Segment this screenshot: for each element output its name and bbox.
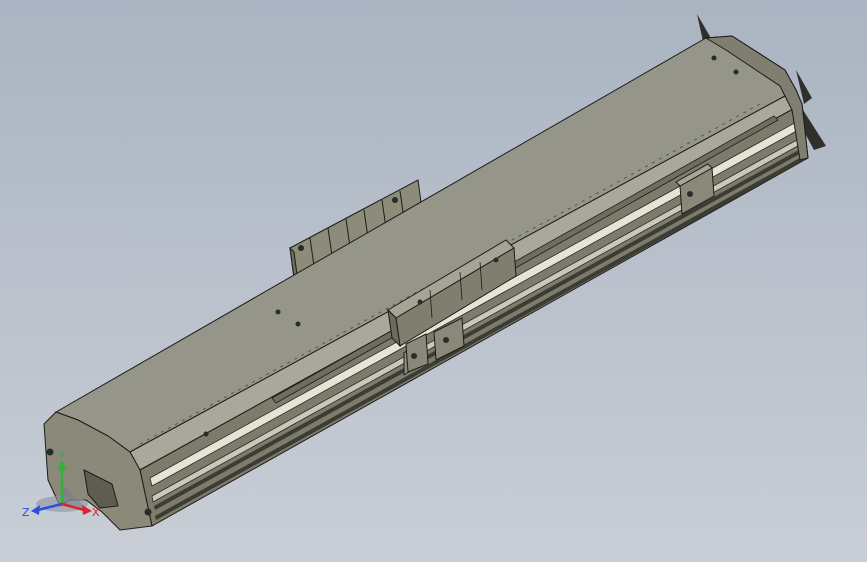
top-hole — [275, 309, 281, 315]
top-hole — [295, 321, 301, 327]
linear-actuator-model[interactable] — [0, 0, 867, 562]
top-hole — [203, 431, 209, 437]
body-top-face — [54, 35, 797, 453]
z-axis-label: Z — [22, 506, 30, 519]
top-hole — [711, 55, 717, 61]
z-axis-arrow — [31, 505, 40, 515]
graphics-viewport[interactable]: Y X Z — [0, 0, 867, 562]
x-axis-label: X — [92, 506, 100, 519]
y-axis-label: Y — [57, 450, 65, 462]
top-hole — [733, 69, 739, 75]
x-axis-arrow — [82, 505, 92, 515]
front-cap-hole-2 — [144, 508, 152, 516]
actuator-body[interactable] — [43, 35, 809, 531]
orientation-triad: Y X Z — [22, 450, 100, 519]
